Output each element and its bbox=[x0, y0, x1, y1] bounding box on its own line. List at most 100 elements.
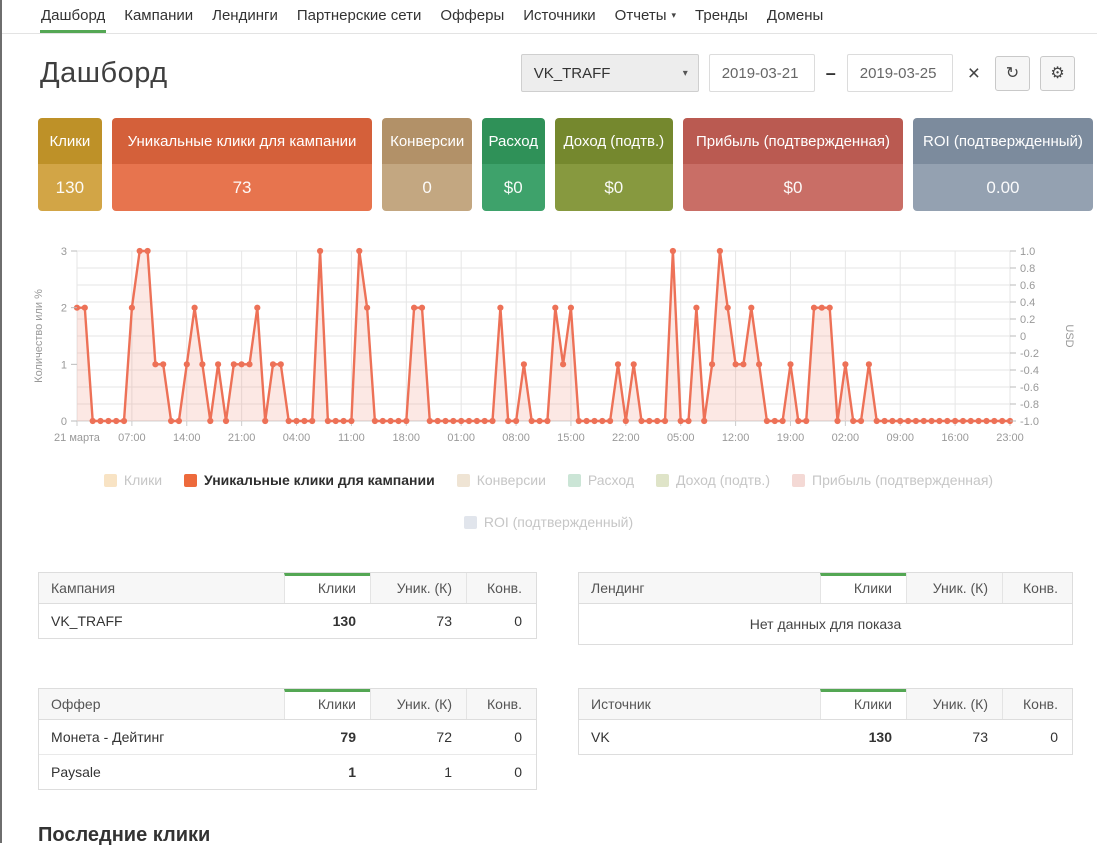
legend-label: Прибыль (подтвержденная) bbox=[812, 472, 993, 488]
date-range-separator: – bbox=[826, 63, 836, 84]
legend-item-revenue[interactable]: Доход (подтв.) bbox=[656, 472, 770, 488]
legend-item-cost[interactable]: Расход bbox=[568, 472, 634, 488]
legend-swatch bbox=[184, 474, 197, 487]
svg-text:0: 0 bbox=[61, 416, 67, 428]
legend-label: Расход bbox=[588, 472, 634, 488]
chevron-down-icon: ▾ bbox=[683, 68, 688, 79]
legend-item-roi[interactable]: ROI (подтвержденный) bbox=[464, 514, 633, 530]
top-nav: Дашборд Кампании Лендинги Партнерские сети О… bbox=[0, 0, 1097, 34]
clear-filter-icon[interactable]: × bbox=[968, 63, 980, 84]
page-header: Дашборд VK_TRAFF ▾ – × ↻ ⚙ bbox=[40, 54, 1075, 92]
nav-item-dashboard[interactable]: Дашборд bbox=[40, 0, 106, 33]
traffic-chart-svg: 21 марта07:0014:0021:0004:0011:0018:0001… bbox=[30, 236, 1080, 461]
column-header-metric[interactable]: Клики bbox=[284, 573, 370, 603]
nav-item-label: Партнерские сети bbox=[297, 7, 422, 24]
column-header-offer[interactable]: Оффер bbox=[39, 689, 284, 719]
svg-text:21 марта: 21 марта bbox=[54, 432, 101, 444]
svg-text:0.2: 0.2 bbox=[1020, 314, 1035, 326]
legend-label: Клики bbox=[124, 472, 162, 488]
nav-item-label: Источники bbox=[523, 7, 595, 24]
stat-cards: Клики130Уникальные клики для кампании73К… bbox=[38, 118, 1093, 211]
stat-card-cost: Расход$0 bbox=[482, 118, 545, 211]
campaign-select-value: VK_TRAFF bbox=[534, 65, 611, 82]
svg-text:02:00: 02:00 bbox=[832, 432, 860, 444]
campaign-select[interactable]: VK_TRAFF ▾ bbox=[521, 54, 699, 92]
column-header-metric[interactable]: Конв. bbox=[466, 689, 536, 719]
legend-item-conversions[interactable]: Конверсии bbox=[457, 472, 546, 488]
table-row: VK130730 bbox=[579, 720, 1072, 754]
column-header-metric[interactable]: Уник. (К) bbox=[370, 689, 466, 719]
row-metric-cell: 1 bbox=[370, 755, 466, 789]
legend-item-profit[interactable]: Прибыль (подтвержденная) bbox=[792, 472, 993, 488]
column-header-metric[interactable]: Клики bbox=[820, 689, 906, 719]
nav-item-label: Отчеты bbox=[615, 7, 667, 24]
svg-text:1: 1 bbox=[61, 359, 67, 371]
column-header-landing[interactable]: Лендинг bbox=[579, 573, 820, 603]
table-header-row: ЛендингКликиУник. (К)Конв. bbox=[579, 573, 1072, 604]
stat-card-label: ROI (подтвержденный) bbox=[913, 118, 1093, 164]
stat-card-roi: ROI (подтвержденный)0.00 bbox=[913, 118, 1093, 211]
column-header-metric[interactable]: Клики bbox=[820, 573, 906, 603]
stat-card-clicks: Клики130 bbox=[38, 118, 102, 211]
date-from-input[interactable] bbox=[709, 54, 815, 92]
nav-item-affiliate-networks[interactable]: Партнерские сети bbox=[296, 0, 423, 33]
svg-text:0.6: 0.6 bbox=[1020, 280, 1035, 292]
page-title: Дашборд bbox=[40, 57, 168, 90]
column-header-metric[interactable]: Уник. (К) bbox=[906, 573, 1002, 603]
table-source: ИсточникКликиУник. (К)Конв.VK130730 bbox=[578, 688, 1073, 755]
svg-text:11:00: 11:00 bbox=[338, 432, 365, 444]
nav-item-sources[interactable]: Источники bbox=[522, 0, 596, 33]
svg-text:08:00: 08:00 bbox=[502, 432, 530, 444]
svg-text:-0.2: -0.2 bbox=[1020, 348, 1039, 360]
svg-text:16:00: 16:00 bbox=[941, 432, 969, 444]
legend-item-clicks[interactable]: Клики bbox=[104, 472, 162, 488]
date-to-input[interactable] bbox=[847, 54, 953, 92]
column-header-metric[interactable]: Клики bbox=[284, 689, 370, 719]
svg-text:01:00: 01:00 bbox=[447, 432, 475, 444]
svg-text:04:00: 04:00 bbox=[283, 432, 311, 444]
svg-text:-0.8: -0.8 bbox=[1020, 399, 1039, 411]
stat-card-value: 73 bbox=[112, 164, 373, 211]
svg-text:14:00: 14:00 bbox=[173, 432, 201, 444]
legend-item-unique-clicks[interactable]: Уникальные клики для кампании bbox=[184, 472, 435, 488]
svg-text:-0.6: -0.6 bbox=[1020, 382, 1039, 394]
stat-card-value: 130 bbox=[38, 164, 102, 211]
column-header-metric[interactable]: Конв. bbox=[1002, 573, 1072, 603]
legend-swatch bbox=[457, 474, 470, 487]
summary-tables: КампанияКликиУник. (К)Конв.VK_TRAFF13073… bbox=[38, 572, 1097, 790]
nav-item-offers[interactable]: Офферы bbox=[439, 0, 505, 33]
nav-item-landings[interactable]: Лендинги bbox=[211, 0, 279, 33]
svg-text:USD: USD bbox=[1063, 324, 1075, 347]
settings-button[interactable]: ⚙ bbox=[1040, 56, 1075, 91]
svg-text:-0.4: -0.4 bbox=[1020, 365, 1039, 377]
svg-text:-1.0: -1.0 bbox=[1020, 416, 1039, 428]
column-header-metric[interactable]: Уник. (К) bbox=[370, 573, 466, 603]
column-header-metric[interactable]: Уник. (К) bbox=[906, 689, 1002, 719]
svg-text:1.0: 1.0 bbox=[1020, 246, 1035, 258]
nav-item-domains[interactable]: Домены bbox=[766, 0, 824, 33]
nav-item-reports[interactable]: Отчеты▾ bbox=[614, 0, 677, 33]
refresh-button[interactable]: ↻ bbox=[995, 56, 1030, 91]
legend-label: Доход (подтв.) bbox=[676, 472, 770, 488]
column-header-source[interactable]: Источник bbox=[579, 689, 820, 719]
row-name-cell: VK bbox=[579, 720, 820, 754]
svg-text:0.8: 0.8 bbox=[1020, 263, 1035, 275]
svg-text:23:00: 23:00 bbox=[996, 432, 1024, 444]
row-metric-cell: 1 bbox=[284, 755, 370, 789]
column-header-campaign[interactable]: Кампания bbox=[39, 573, 284, 603]
column-header-metric[interactable]: Конв. bbox=[466, 573, 536, 603]
column-header-metric[interactable]: Конв. bbox=[1002, 689, 1072, 719]
svg-text:05:00: 05:00 bbox=[667, 432, 695, 444]
nav-item-label: Лендинги bbox=[212, 7, 278, 24]
svg-text:0.4: 0.4 bbox=[1020, 297, 1035, 309]
svg-text:12:00: 12:00 bbox=[722, 432, 750, 444]
nav-item-trends[interactable]: Тренды bbox=[694, 0, 749, 33]
svg-text:07:00: 07:00 bbox=[118, 432, 146, 444]
row-metric-cell: 73 bbox=[906, 720, 1002, 754]
stat-card-profit: Прибыль (подтвержденная)$0 bbox=[683, 118, 903, 211]
row-metric-cell: 0 bbox=[466, 604, 536, 638]
row-metric-cell: 0 bbox=[466, 755, 536, 789]
nav-item-label: Тренды bbox=[695, 7, 748, 24]
stat-card-value: $0 bbox=[482, 164, 545, 211]
nav-item-campaigns[interactable]: Кампании bbox=[123, 0, 194, 33]
